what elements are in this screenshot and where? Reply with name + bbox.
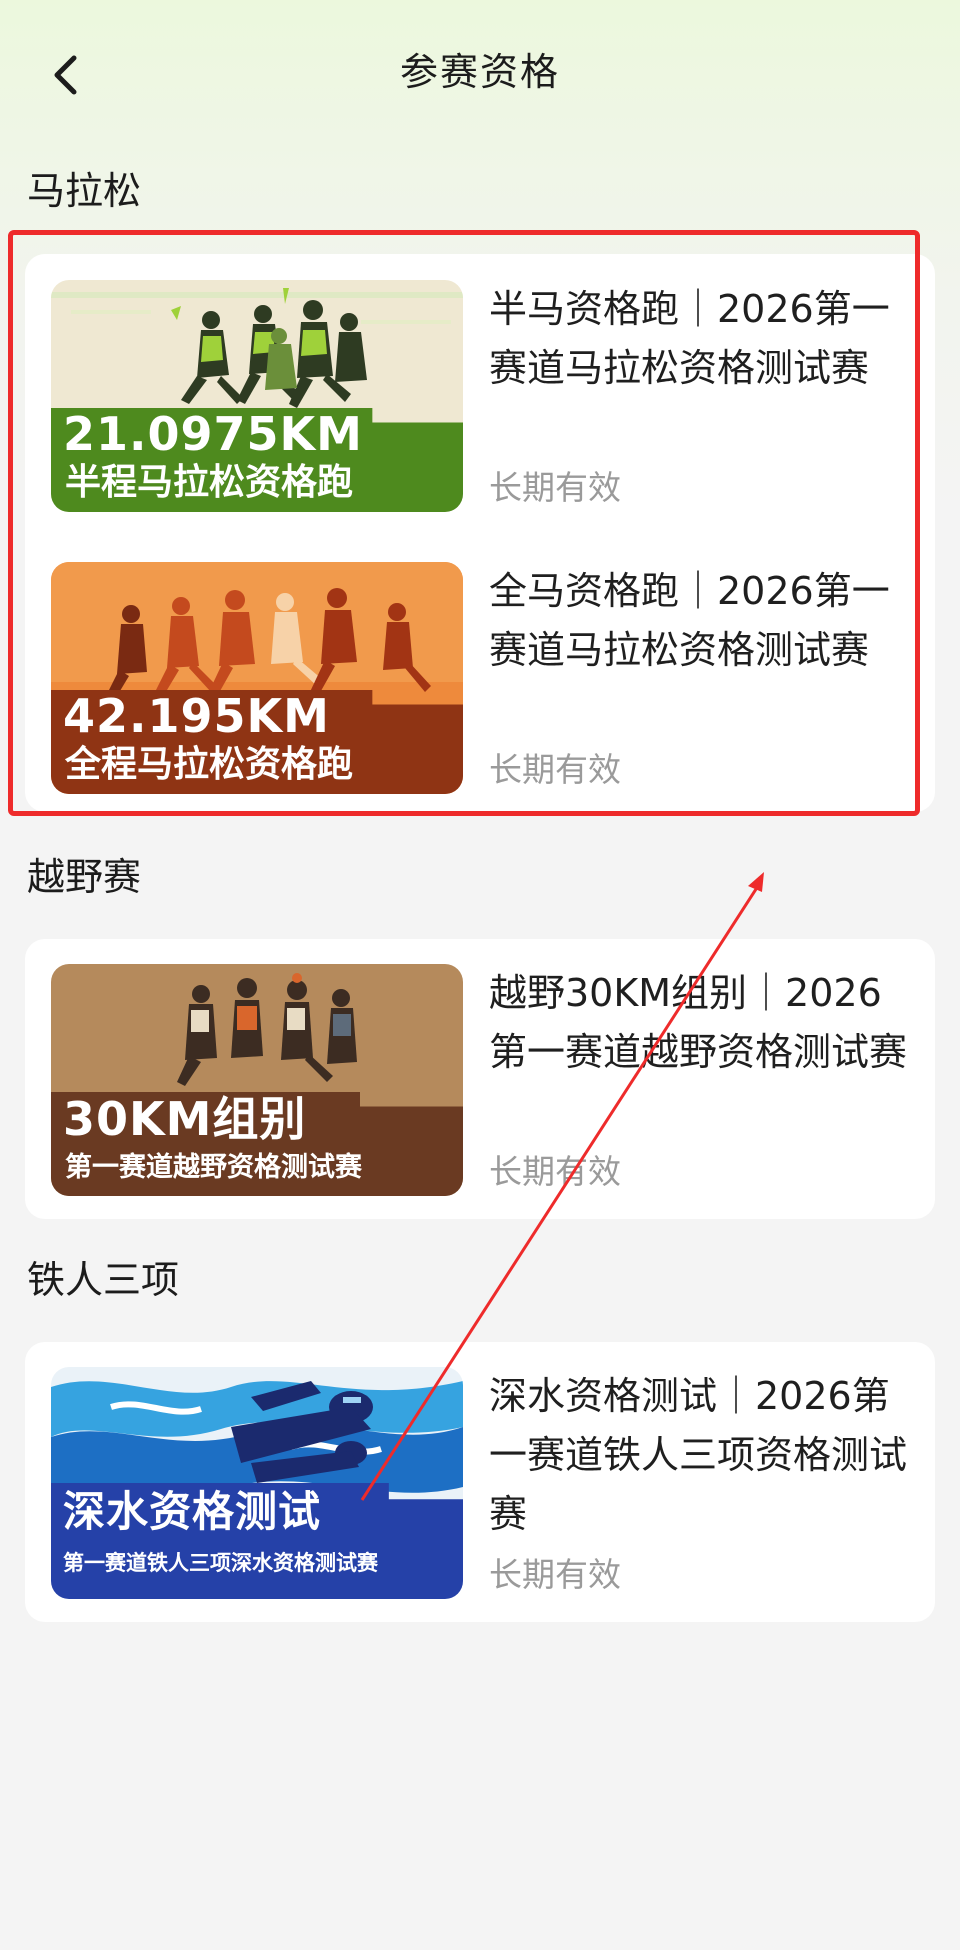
event-title: 深水资格测试｜2026第一赛道铁人三项资格测试赛: [489, 1374, 908, 1536]
page-title: 参赛资格: [399, 50, 560, 94]
validity-label: 长期有效: [489, 1555, 621, 1594]
event-thumbnail: 42.195KM 全程马拉松资格跑: [51, 562, 463, 794]
image-banner-distance: 深水资格测试: [63, 1487, 322, 1536]
event-title: 半马资格跑｜2026第一赛道马拉松资格测试赛: [489, 287, 890, 390]
image-banner-caption: 半程马拉松资格跑: [65, 462, 354, 503]
image-banner: 30KM组别 第一赛道越野资格测试赛: [51, 1092, 463, 1196]
list-item-deep-water-test[interactable]: 深水资格测试 第一赛道铁人三项深水资格测试赛 深水资格测试｜2026第一赛道铁人…: [51, 1367, 911, 1599]
image-banner-distance: 30KM组别: [63, 1092, 307, 1146]
list-item-half-marathon[interactable]: 21.0975KM 半程马拉松资格跑 半马资格跑｜2026第一赛道马拉松资格测试…: [51, 280, 911, 512]
validity-label: 长期有效: [489, 1152, 621, 1191]
event-thumbnail: 深水资格测试 第一赛道铁人三项深水资格测试赛: [51, 1367, 463, 1599]
image-banner-caption: 全程马拉松资格跑: [65, 744, 354, 785]
header-bar: 参赛资格: [0, 0, 960, 150]
image-banner-caption: 第一赛道铁人三项深水资格测试赛: [63, 1551, 378, 1575]
image-banner-caption: 第一赛道越野资格测试赛: [65, 1152, 362, 1183]
trail-card: 30KM组别 第一赛道越野资格测试赛 越野30KM组别｜2026第一赛道越野资格…: [25, 939, 935, 1219]
image-banner: 深水资格测试 第一赛道铁人三项深水资格测试赛: [51, 1483, 463, 1599]
section-title-triathlon: 铁人三项: [27, 1258, 180, 1302]
event-thumbnail: 30KM组别 第一赛道越野资格测试赛: [51, 964, 463, 1196]
event-thumbnail: 21.0975KM 半程马拉松资格跑: [51, 280, 463, 512]
triathlon-card: 深水资格测试 第一赛道铁人三项深水资格测试赛 深水资格测试｜2026第一赛道铁人…: [25, 1342, 935, 1622]
image-banner-distance: 42.195KM: [63, 689, 330, 743]
marathon-card: 21.0975KM 半程马拉松资格跑 半马资格跑｜2026第一赛道马拉松资格测试…: [25, 254, 935, 812]
section-title-trail: 越野赛: [27, 855, 142, 899]
validity-label: 长期有效: [489, 468, 621, 507]
section-title-marathon: 马拉松: [27, 169, 142, 213]
image-banner: 42.195KM 全程马拉松资格跑: [51, 690, 463, 794]
event-title: 全马资格跑｜2026第一赛道马拉松资格测试赛: [489, 569, 890, 672]
image-banner: 21.0975KM 半程马拉松资格跑: [51, 408, 463, 512]
event-title: 越野30KM组别｜2026第一赛道越野资格测试赛: [489, 971, 908, 1074]
list-item-trail-30km[interactable]: 30KM组别 第一赛道越野资格测试赛 越野30KM组别｜2026第一赛道越野资格…: [51, 964, 911, 1196]
validity-label: 长期有效: [489, 750, 621, 789]
image-banner-distance: 21.0975KM: [63, 407, 363, 461]
list-item-full-marathon[interactable]: 42.195KM 全程马拉松资格跑 全马资格跑｜2026第一赛道马拉松资格测试赛…: [51, 562, 911, 794]
